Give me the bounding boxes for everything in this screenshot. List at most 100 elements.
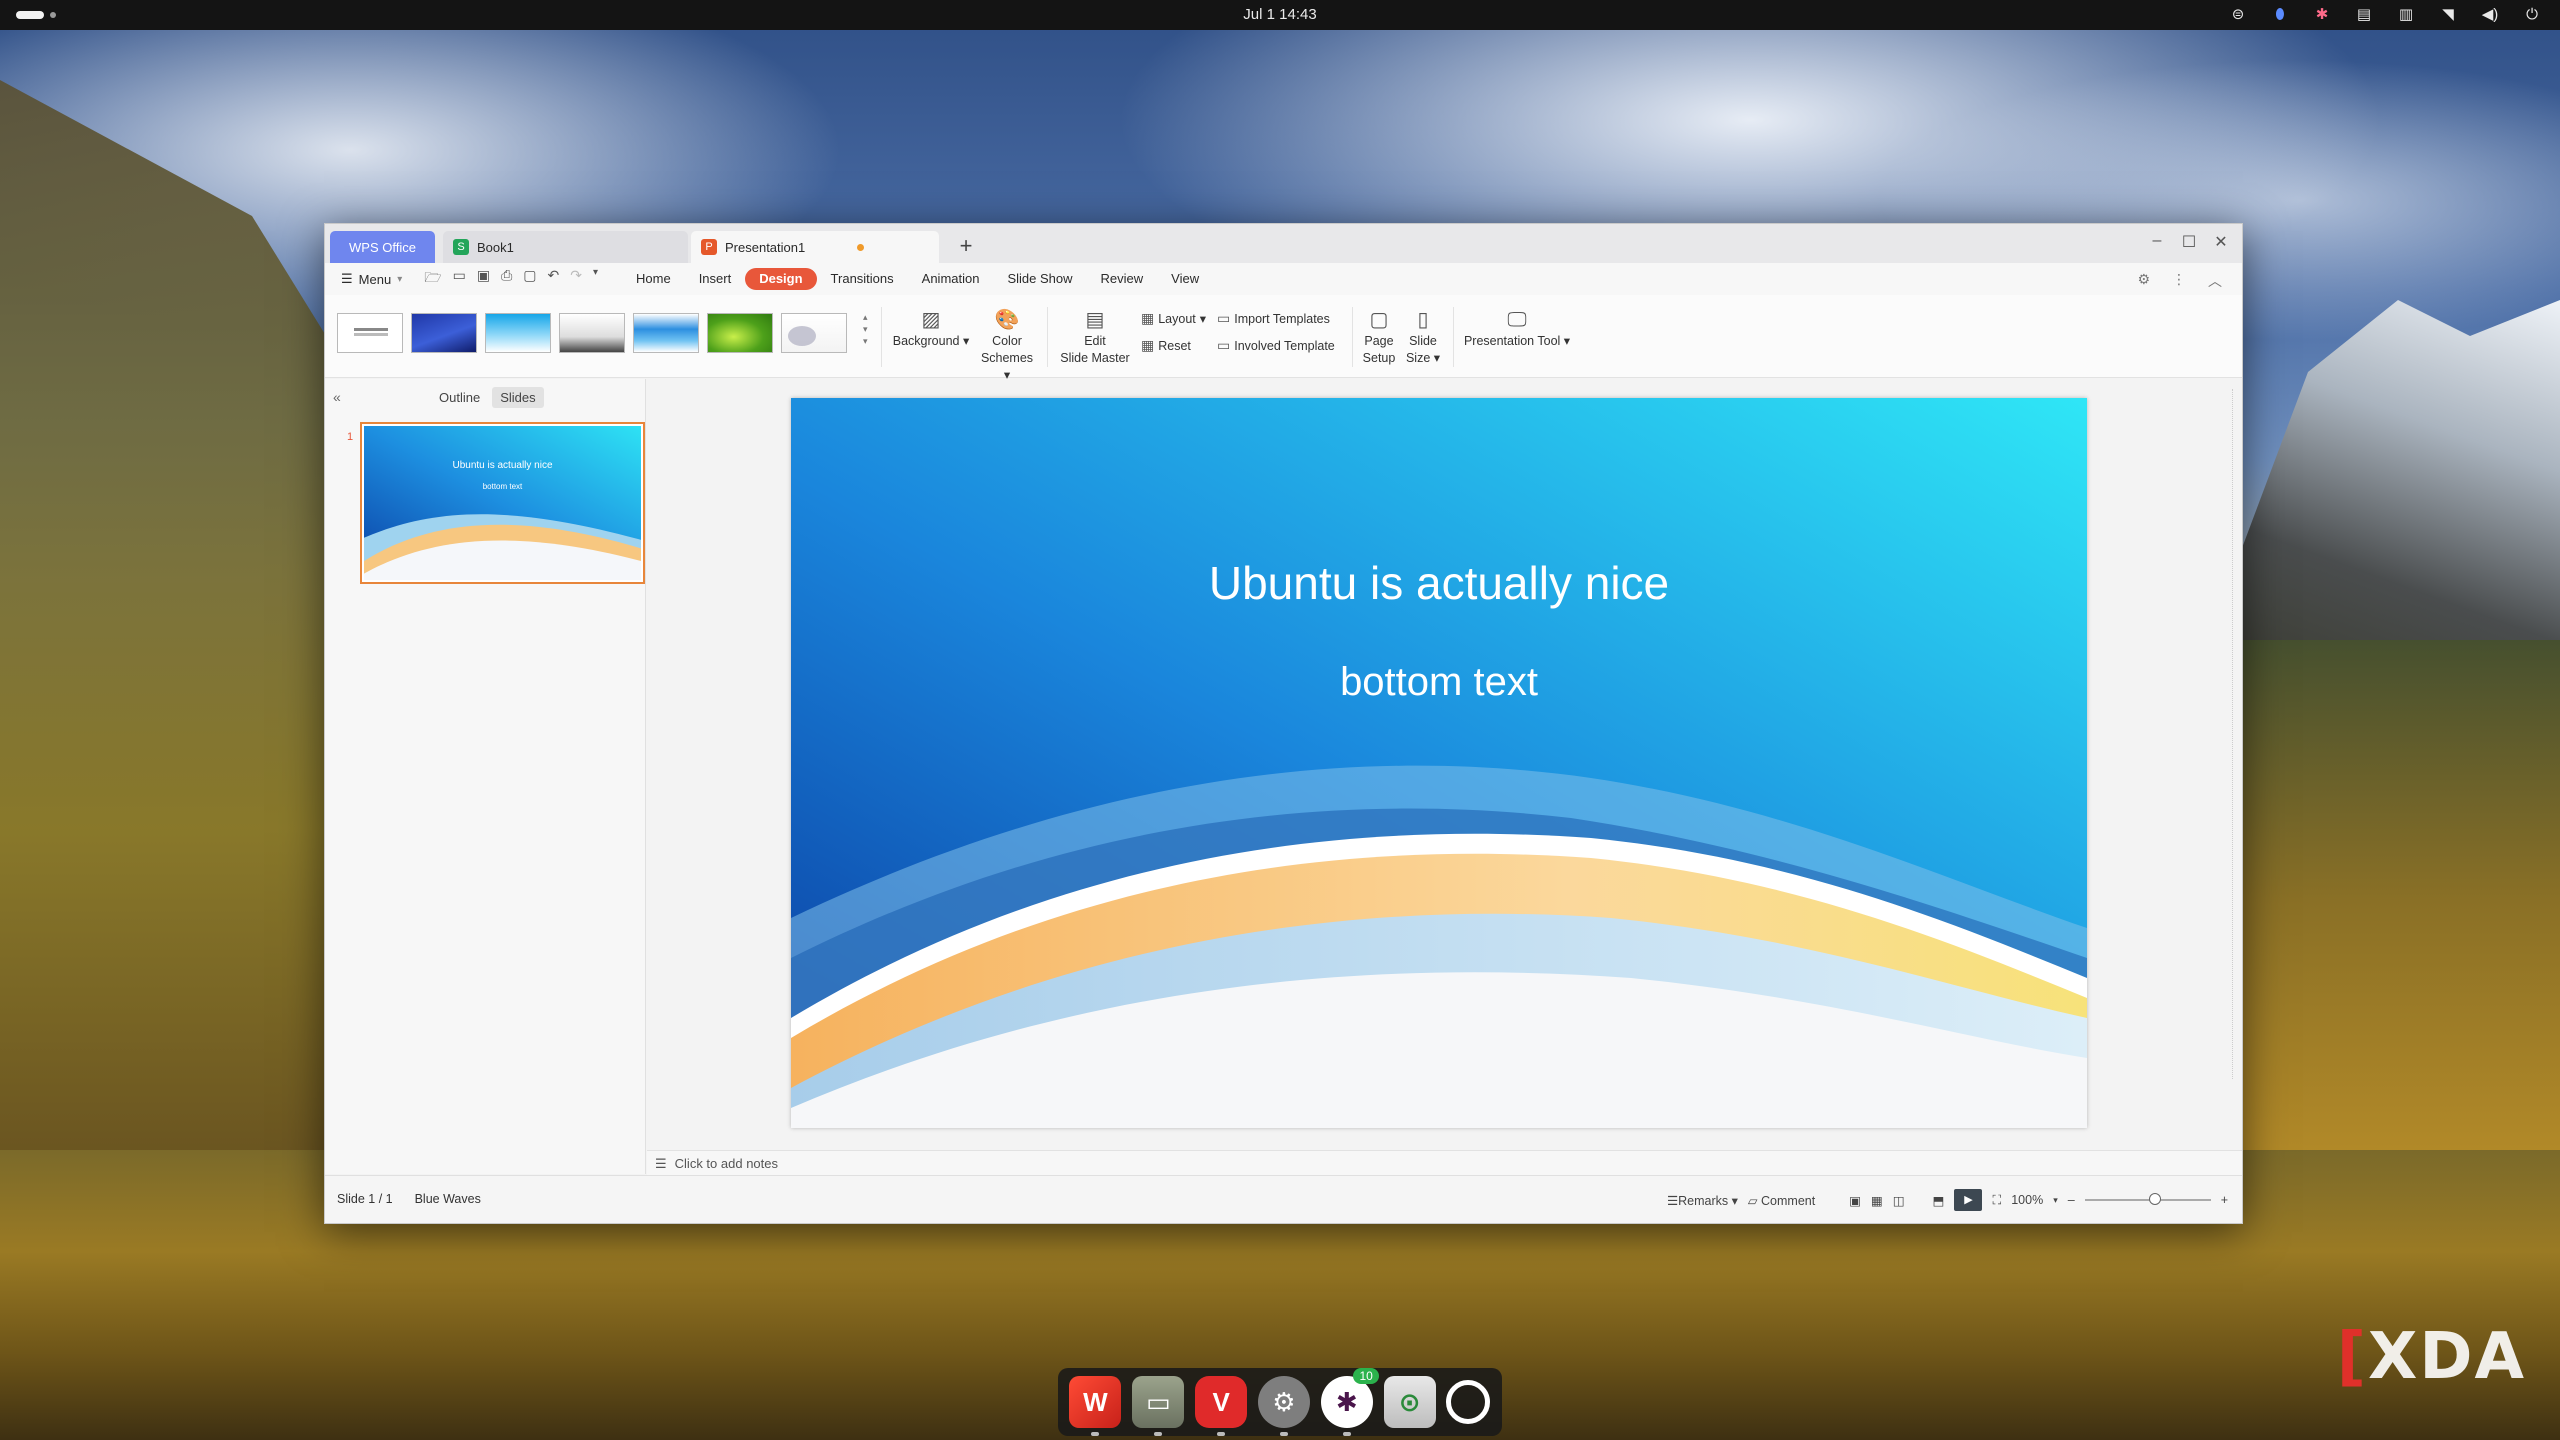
tab-design[interactable]: Design [745,268,817,290]
notes-icon: ☰ [655,1155,667,1171]
volume-icon[interactable]: ◀) [2480,5,2500,23]
color-schemes-label-1: Color [992,334,1022,348]
zoom-slider-knob[interactable] [2148,1193,2161,1205]
involved-template-label: Involved Template [1234,338,1335,353]
wifi-icon[interactable]: ◥ [2438,5,2458,23]
notes-area[interactable]: ☰ Click to add notes [647,1150,2242,1176]
clock[interactable]: Jul 1 14:43 [0,6,2560,23]
layout-button[interactable]: ▦ Layout ▾ [1141,310,1206,327]
clipboard-icon[interactable]: ▤ [2354,5,2374,23]
slide-sorter-icon[interactable]: ▦ [1871,1193,1883,1208]
chevron-down-icon: ▾ [397,273,403,285]
tab-book1[interactable]: S Book1 [443,231,688,263]
template-thumb[interactable] [707,313,773,353]
template-thumb[interactable] [485,313,551,353]
customize-toolbar-icon[interactable]: ▾ [593,267,598,291]
vertical-scrollbar[interactable] [2232,389,2236,1079]
tab-outline[interactable]: Outline [431,387,488,408]
settings-icon[interactable]: ⚙ [2137,271,2150,291]
edit-slide-master-button[interactable]: ▤ Edit Slide Master [1053,307,1137,367]
maximize-icon[interactable]: ☐ [2180,232,2198,252]
slide-thumbnail[interactable]: Ubuntu is actually nice bottom text [360,422,645,584]
tab-transitions[interactable]: Transitions [817,268,908,290]
zoom-in-icon[interactable]: + [2221,1193,2228,1207]
ribbon-tabs: Home Insert Design Transitions Animation… [622,268,1213,290]
dock-wps-office[interactable]: W [1069,1376,1122,1436]
play-slideshow-button[interactable]: ▶ [1954,1189,1983,1211]
template-thumb[interactable] [559,313,625,353]
template-thumb[interactable] [781,313,847,353]
tab-wps-office[interactable]: WPS Office [330,231,435,263]
template-thumb[interactable] [337,313,403,353]
tab-slides[interactable]: Slides [492,387,544,408]
undo-icon[interactable]: ↶ [548,267,560,291]
app-indicator-icon[interactable]: ⬮ [2270,6,2290,23]
dock-vivaldi[interactable]: V [1195,1376,1248,1436]
presentation-tool-button[interactable]: 🖵 Presentation Tool ▾ [1457,307,1577,350]
zoom-out-icon[interactable]: – [2068,1193,2075,1207]
vpn-icon[interactable]: ⊜ [2228,5,2248,23]
tab-slide-show[interactable]: Slide Show [993,268,1086,290]
close-icon[interactable]: ✕ [2212,232,2230,252]
main-menu-button[interactable]: ☰ Menu ▾ [341,271,402,287]
tab-home[interactable]: Home [622,268,685,290]
slack-tray-icon[interactable]: ✱ [2312,5,2332,23]
slide-title[interactable]: Ubuntu is actually nice [791,556,2087,610]
zoom-value[interactable]: 100% [2011,1193,2043,1207]
print-preview-icon[interactable]: ▢ [523,267,536,291]
zoom-slider[interactable] [2084,1193,2211,1205]
print-icon[interactable]: ⎙ [501,267,512,291]
gallery-scroll-buttons[interactable]: ▴ ▾ ▾ [863,311,868,347]
dock-show-apps[interactable] [1446,1380,1491,1424]
presentation-tool-icon: 🖵 [1507,309,1527,331]
template-thumb[interactable] [633,313,699,353]
dock-tweaks[interactable]: ⊙ [1383,1376,1436,1428]
comment-button[interactable]: ▱ Comment [1748,1193,1815,1208]
tab-presentation1[interactable]: P Presentation1 [691,231,939,263]
export-icon[interactable]: ▣ [477,267,490,291]
normal-view-icon[interactable]: ▣ [1849,1193,1861,1208]
involved-template-button[interactable]: ▭ Involved Template [1217,337,1335,354]
background-button[interactable]: ▨ Background ▾ [891,307,971,350]
collapse-panel-icon[interactable]: « [333,389,341,405]
current-slide[interactable]: Ubuntu is actually nice bottom text [791,398,2087,1128]
tab-review[interactable]: Review [1087,268,1158,290]
minimize-icon[interactable]: – [2148,232,2166,252]
dock-settings[interactable]: ⚙ [1257,1376,1310,1436]
tab-insert[interactable]: Insert [685,268,746,290]
slide-size-label-1: Slide [1409,334,1437,348]
quick-access-toolbar: 🗁 ▭ ▣ ⎙ ▢ ↶ ↷ ▾ [424,267,598,291]
menubar-right-controls: ⚙ ⋮ ︿ [2137,271,2222,291]
page-setup-button[interactable]: ▢ Page Setup [1359,307,1399,367]
reading-view-icon[interactable]: ◫ [1893,1193,1905,1208]
fit-window-icon[interactable]: ⛶ [1992,1193,2001,1208]
slide-subtitle[interactable]: bottom text [791,660,2087,705]
layout-icon[interactable]: ▥ [2396,5,2416,23]
presenter-icon[interactable]: ⬒ [1933,1193,1945,1208]
tab-view[interactable]: View [1157,268,1213,290]
new-tab-button[interactable]: + [952,232,980,260]
zoom-dropdown-icon[interactable]: ▾ [2053,1195,2058,1206]
dock-files[interactable]: ▭ [1132,1376,1185,1436]
thumbnail-subtitle: bottom text [482,482,523,491]
redo-icon[interactable]: ↷ [570,267,582,291]
power-icon[interactable]: ⏻ [2522,6,2542,23]
tab-animation[interactable]: Animation [908,268,994,290]
save-icon[interactable]: ▭ [453,267,466,291]
color-schemes-button[interactable]: 🎨 Color Schemes ▾ [977,307,1037,384]
theme-name[interactable]: Blue Waves [415,1192,481,1206]
remarks-button[interactable]: ☰Remarks ▾ [1667,1193,1738,1208]
page-setup-label-1: Page [1364,334,1394,348]
reset-button[interactable]: ▦ Reset [1141,337,1191,354]
more-options-icon[interactable]: ⋮ [2172,271,2186,291]
edit-master-label-1: Edit [1084,334,1106,348]
palette-icon: 🎨 [994,309,1020,331]
notes-placeholder: Click to add notes [674,1156,778,1171]
open-icon[interactable]: 🗁 [424,267,441,291]
slide-size-button[interactable]: ▯ Slide Size ▾ [1403,307,1443,367]
template-thumb[interactable] [411,313,477,353]
collapse-ribbon-icon[interactable]: ︿ [2208,271,2222,291]
import-templates-button[interactable]: ▭ Import Templates [1217,310,1330,327]
running-indicator [1279,1432,1288,1436]
dock-slack[interactable]: ✱ 10 [1320,1368,1379,1436]
